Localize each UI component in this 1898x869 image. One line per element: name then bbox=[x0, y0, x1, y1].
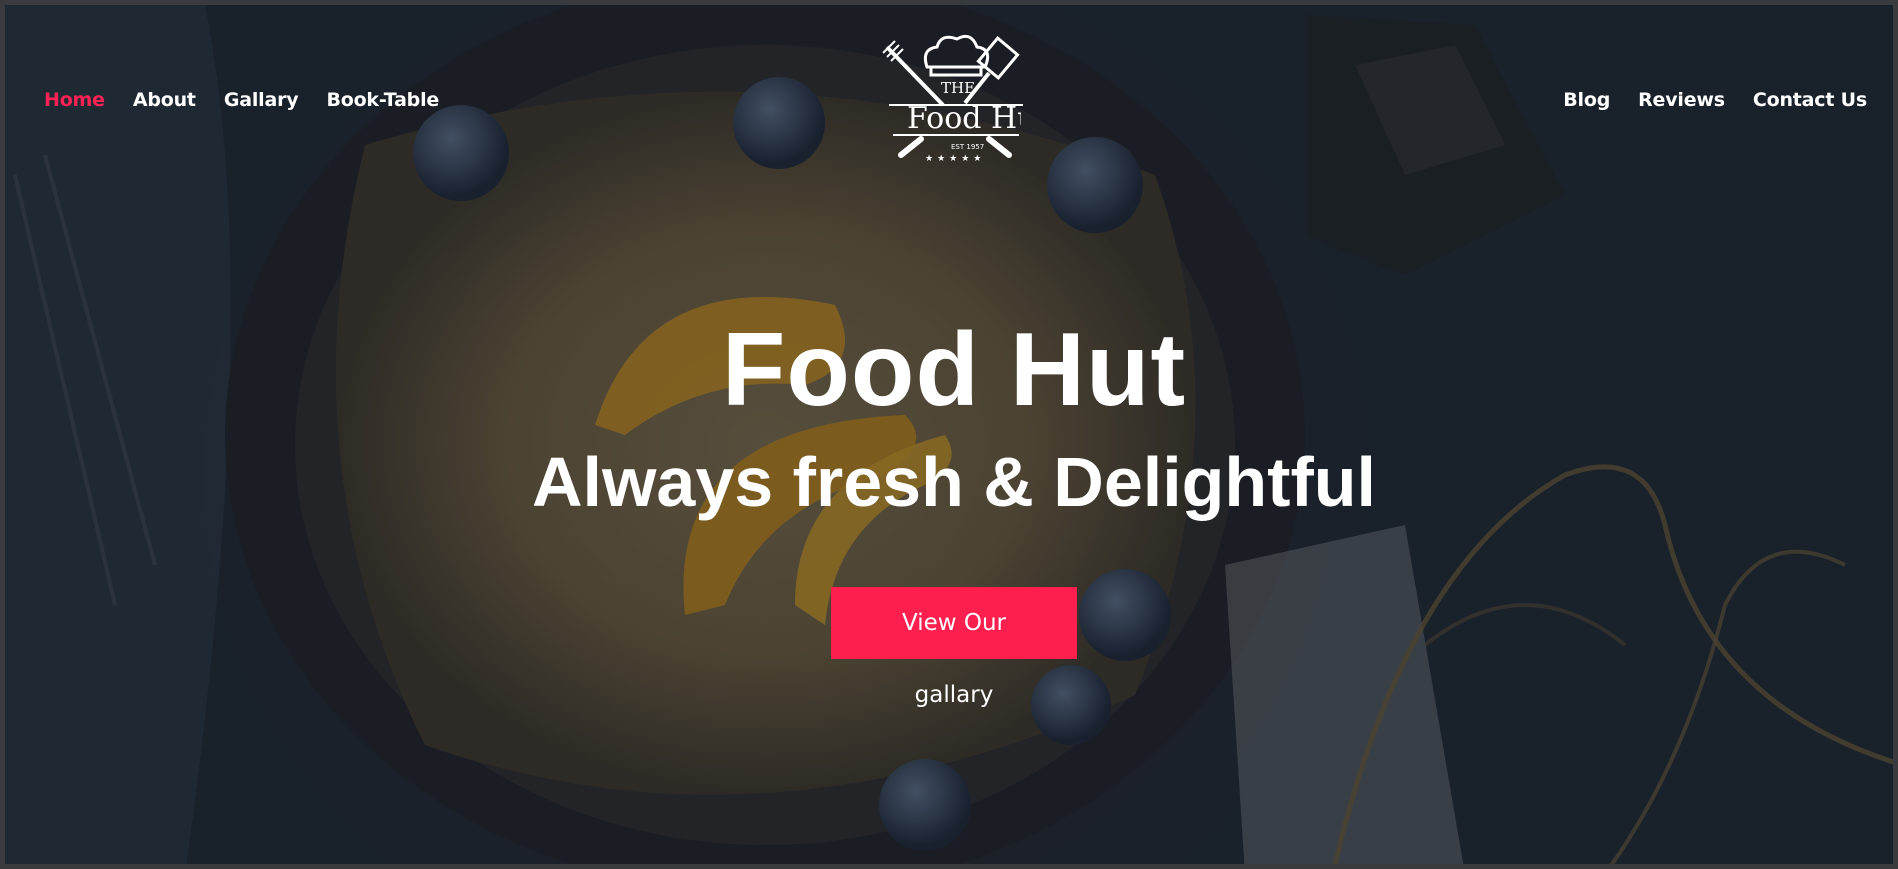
logo-the-text: THE bbox=[941, 79, 976, 97]
nav-link-contact-us[interactable]: Contact Us bbox=[1753, 89, 1867, 111]
nav-link-about[interactable]: About bbox=[133, 89, 196, 111]
nav-link-blog[interactable]: Blog bbox=[1563, 89, 1610, 111]
logo-name-text: Food Hut bbox=[907, 101, 1021, 136]
page-frame: Home About Gallary Book-Table THE Food H… bbox=[0, 0, 1898, 869]
nav-link-reviews[interactable]: Reviews bbox=[1638, 89, 1725, 111]
nav-link-gallary[interactable]: Gallary bbox=[224, 89, 299, 111]
nav-link-home[interactable]: Home bbox=[44, 89, 105, 111]
nav-right-group: Blog Reviews Contact Us bbox=[1563, 89, 1867, 111]
logo-stars: ★★★★★ bbox=[925, 153, 986, 163]
nav-link-book-table[interactable]: Book-Table bbox=[326, 89, 439, 111]
top-navigation: Home About Gallary Book-Table THE Food H… bbox=[5, 5, 1893, 195]
hero-subtitle: Always fresh & Delightful bbox=[531, 443, 1377, 521]
view-gallary-button[interactable]: View Our gallary bbox=[831, 587, 1077, 708]
hero-section: Food Hut Always fresh & Delightful View … bbox=[5, 305, 1893, 708]
logo-est-text: EST 1957 bbox=[951, 143, 985, 151]
site-logo[interactable]: THE Food Hut EST 1957 ★★★★★ bbox=[881, 27, 1031, 167]
nav-left-group: Home About Gallary Book-Table bbox=[44, 89, 439, 111]
hero-title: Food Hut bbox=[721, 312, 1187, 428]
